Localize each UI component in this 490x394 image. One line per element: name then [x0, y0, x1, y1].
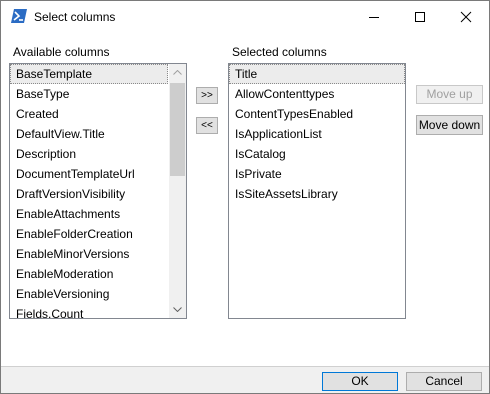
available-columns-list[interactable]: BaseTemplate BaseType Created DefaultVie… — [9, 63, 187, 319]
window-title: Select columns — [34, 10, 116, 24]
ok-button[interactable]: OK — [322, 372, 398, 391]
available-list-item[interactable]: EnableMinorVersions — [10, 244, 168, 264]
minimize-icon — [369, 17, 379, 18]
selected-list-item[interactable]: IsCatalog — [229, 144, 405, 164]
selected-list-item[interactable]: ContentTypesEnabled — [229, 104, 405, 124]
available-list-item[interactable]: EnableFolderCreation — [10, 224, 168, 244]
minimize-button[interactable] — [351, 1, 397, 32]
dialog-footer: OK Cancel — [1, 366, 489, 393]
available-list-item[interactable]: EnableVersioning — [10, 284, 168, 304]
available-list-item[interactable]: Fields.Count — [10, 304, 168, 318]
selected-list-item[interactable]: IsSiteAssetsLibrary — [229, 184, 405, 204]
maximize-button[interactable] — [397, 1, 443, 32]
close-button[interactable] — [443, 1, 489, 32]
available-list-item[interactable]: Created — [10, 104, 168, 124]
selected-list-item[interactable]: Title — [229, 64, 405, 84]
scrollbar-thumb[interactable] — [170, 83, 185, 176]
powershell-icon — [11, 9, 27, 23]
selected-list-item[interactable]: AllowContenttypes — [229, 84, 405, 104]
cancel-button[interactable]: Cancel — [406, 372, 482, 391]
available-list-item[interactable]: BaseType — [10, 84, 168, 104]
move-down-button[interactable]: Move down — [416, 115, 483, 135]
title-bar[interactable]: Select columns — [1, 1, 489, 32]
maximize-icon — [415, 12, 425, 22]
selected-list-item[interactable]: IsApplicationList — [229, 124, 405, 144]
available-list-item[interactable]: DefaultView.Title — [10, 124, 168, 144]
remove-columns-button[interactable]: << — [196, 117, 218, 134]
add-columns-button[interactable]: >> — [196, 87, 218, 104]
available-list-item[interactable]: EnableAttachments — [10, 204, 168, 224]
selected-list-item[interactable]: IsPrivate — [229, 164, 405, 184]
scroll-up-arrow-icon[interactable] — [169, 64, 186, 81]
scroll-down-arrow-icon[interactable] — [169, 301, 186, 318]
available-list-item[interactable]: DocumentTemplateUrl — [10, 164, 168, 184]
available-list-item[interactable]: BaseTemplate — [10, 64, 168, 84]
select-columns-dialog: Select columns Available columns Selecte… — [0, 0, 490, 394]
selected-columns-list[interactable]: Title AllowContenttypes ContentTypesEnab… — [228, 63, 406, 319]
available-list-scrollbar[interactable] — [169, 64, 186, 318]
available-list-item[interactable]: Description — [10, 144, 168, 164]
available-list-item[interactable]: EnableModeration — [10, 264, 168, 284]
selected-columns-label: Selected columns — [232, 45, 327, 59]
close-icon — [460, 11, 472, 23]
available-columns-label: Available columns — [13, 45, 110, 59]
move-up-button[interactable]: Move up — [416, 85, 483, 104]
available-list-item[interactable]: DraftVersionVisibility — [10, 184, 168, 204]
